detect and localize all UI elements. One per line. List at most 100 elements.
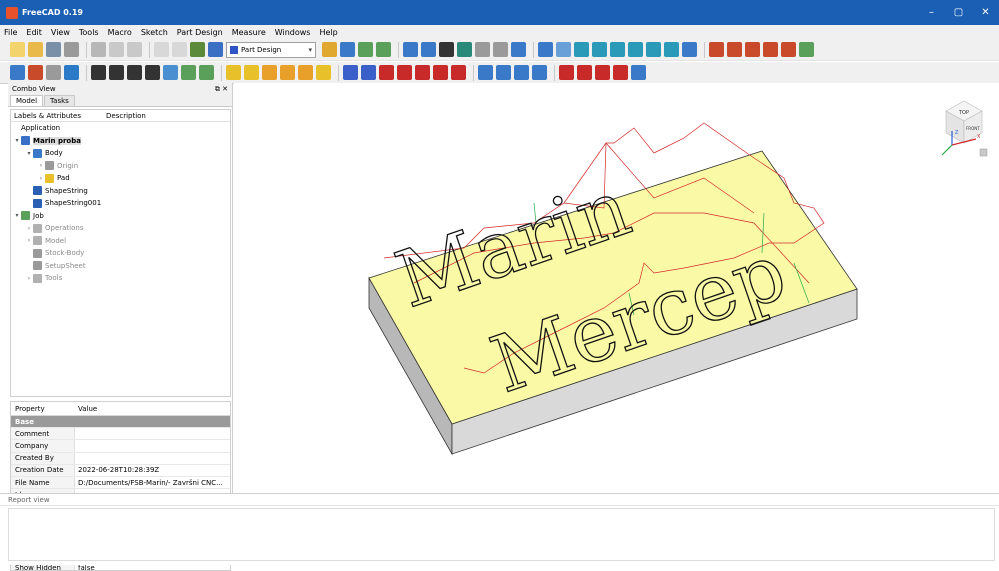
chevron-right-icon[interactable]: ›	[25, 237, 33, 244]
shape-binder-icon[interactable]	[163, 65, 178, 80]
revolution-icon[interactable]	[244, 65, 259, 80]
new-file-icon[interactable]	[10, 42, 25, 57]
sub-shape-binder-icon[interactable]	[181, 65, 196, 80]
part-feature-icon[interactable]	[727, 42, 742, 57]
undo-icon[interactable]	[154, 42, 169, 57]
forward-arrow-icon[interactable]	[493, 42, 508, 57]
boolean-icon[interactable]	[631, 65, 646, 80]
fit-selection-icon[interactable]	[421, 42, 436, 57]
close-button[interactable]: ✕	[972, 0, 999, 25]
right-view-icon[interactable]	[610, 42, 625, 57]
3d-scene[interactable]: Marin Mercep TOP FRONT Z X	[234, 83, 999, 493]
property-header-name[interactable]: Property	[11, 405, 75, 413]
float-panel-icon[interactable]: ⧉	[215, 85, 220, 93]
chevron-right-icon[interactable]: ›	[25, 275, 33, 282]
macro-editor-icon[interactable]	[358, 42, 373, 57]
tab-tasks[interactable]: Tasks	[44, 95, 75, 106]
bounding-box-icon[interactable]	[457, 42, 472, 57]
open-file-icon[interactable]	[28, 42, 43, 57]
fillet-icon[interactable]	[559, 65, 574, 80]
part-feature-icon[interactable]	[763, 42, 778, 57]
attach-icon[interactable]	[64, 65, 79, 80]
tree-header-description[interactable]: Description	[103, 112, 146, 120]
front-view-icon[interactable]	[574, 42, 589, 57]
clone-icon[interactable]	[199, 65, 214, 80]
part-feature-icon[interactable]	[799, 42, 814, 57]
tree-item-job[interactable]: ▾ Job	[11, 210, 230, 223]
execute-macro-icon[interactable]	[376, 42, 391, 57]
minimize-button[interactable]: –	[918, 0, 945, 25]
chevron-right-icon[interactable]: ›	[25, 225, 33, 232]
tree-item-origin[interactable]: › Origin	[11, 160, 230, 173]
property-row[interactable]: Comment	[11, 428, 230, 441]
datum-plane-icon[interactable]	[127, 65, 142, 80]
left-view-icon[interactable]	[664, 42, 679, 57]
save-icon[interactable]	[46, 42, 61, 57]
tab-model[interactable]: Model	[10, 95, 44, 106]
record-macro-icon[interactable]	[340, 42, 355, 57]
mirrored-icon[interactable]	[478, 65, 493, 80]
paste-icon[interactable]	[127, 42, 142, 57]
tree-item-setupsheet[interactable]: SetupSheet	[11, 260, 230, 273]
tree-item-stock-body[interactable]: Stock-Body	[11, 247, 230, 260]
tree-item-body[interactable]: ▾ Body	[11, 147, 230, 160]
subtractive-loft-icon[interactable]	[397, 65, 412, 80]
additive-primitive-icon[interactable]	[316, 65, 331, 80]
pipe-icon[interactable]	[280, 65, 295, 80]
subtractive-primitive-icon[interactable]	[451, 65, 466, 80]
copy-icon[interactable]	[109, 42, 124, 57]
tree-item-pad[interactable]: › Pad	[11, 172, 230, 185]
isometric-view-icon[interactable]	[556, 42, 571, 57]
cut-icon[interactable]	[91, 42, 106, 57]
chevron-right-icon[interactable]: ›	[37, 175, 45, 182]
rear-view-icon[interactable]	[628, 42, 643, 57]
thickness-icon[interactable]	[613, 65, 628, 80]
subtractive-helix-icon[interactable]	[433, 65, 448, 80]
part-feature-icon[interactable]	[781, 42, 796, 57]
measure-icon[interactable]	[682, 42, 697, 57]
helix-icon[interactable]	[298, 65, 313, 80]
navigation-cube[interactable]: TOP FRONT Z X	[941, 100, 988, 157]
chevron-down-icon[interactable]: ▾	[13, 137, 21, 144]
top-view-icon[interactable]	[592, 42, 607, 57]
tree-item-model[interactable]: › Model	[11, 235, 230, 248]
create-sketch-icon[interactable]	[28, 65, 43, 80]
datum-point-icon[interactable]	[91, 65, 106, 80]
property-row[interactable]: Created By	[11, 452, 230, 465]
menu-help[interactable]: Help	[319, 28, 337, 37]
draw-style-icon[interactable]	[439, 42, 454, 57]
menu-macro[interactable]: Macro	[108, 28, 132, 37]
multi-transform-icon[interactable]	[532, 65, 547, 80]
tree-item-operations[interactable]: › Operations	[11, 222, 230, 235]
print-icon[interactable]	[64, 42, 79, 57]
nav-cube-menu-icon[interactable]	[979, 148, 988, 157]
close-panel-icon[interactable]: ✕	[222, 85, 228, 93]
3d-viewport[interactable]: Marin Mercep TOP FRONT Z X	[234, 83, 999, 493]
subtractive-pipe-icon[interactable]	[415, 65, 430, 80]
menu-windows[interactable]: Windows	[275, 28, 311, 37]
report-view-output[interactable]	[8, 508, 995, 561]
property-value[interactable]: D:/Documents/FSB-Marin/- Završni CNC...	[75, 479, 223, 487]
property-row[interactable]: Company	[11, 440, 230, 453]
linear-pattern-icon[interactable]	[496, 65, 511, 80]
tree-item-shapestring001[interactable]: ShapeString001	[11, 197, 230, 210]
maximize-button[interactable]: ▢	[945, 0, 972, 25]
menu-measure[interactable]: Measure	[232, 28, 266, 37]
redo-icon[interactable]	[172, 42, 187, 57]
pad-icon[interactable]	[226, 65, 241, 80]
property-group[interactable]: Base	[11, 416, 230, 429]
property-header-value[interactable]: Value	[75, 405, 97, 413]
menu-sketch[interactable]: Sketch	[141, 28, 168, 37]
macro-icon[interactable]	[322, 42, 337, 57]
hole-icon[interactable]	[361, 65, 376, 80]
zoom-icon[interactable]	[538, 42, 553, 57]
part-feature-icon[interactable]	[709, 42, 724, 57]
part-feature-icon[interactable]	[745, 42, 760, 57]
create-body-icon[interactable]	[10, 65, 25, 80]
refresh-icon[interactable]	[190, 42, 205, 57]
whats-this-icon[interactable]	[208, 42, 223, 57]
menu-tools[interactable]: Tools	[79, 28, 99, 37]
polar-pattern-icon[interactable]	[514, 65, 529, 80]
chevron-right-icon[interactable]: ›	[37, 162, 45, 169]
tree-item-marin-proba[interactable]: ▾ Marin proba	[11, 135, 230, 148]
